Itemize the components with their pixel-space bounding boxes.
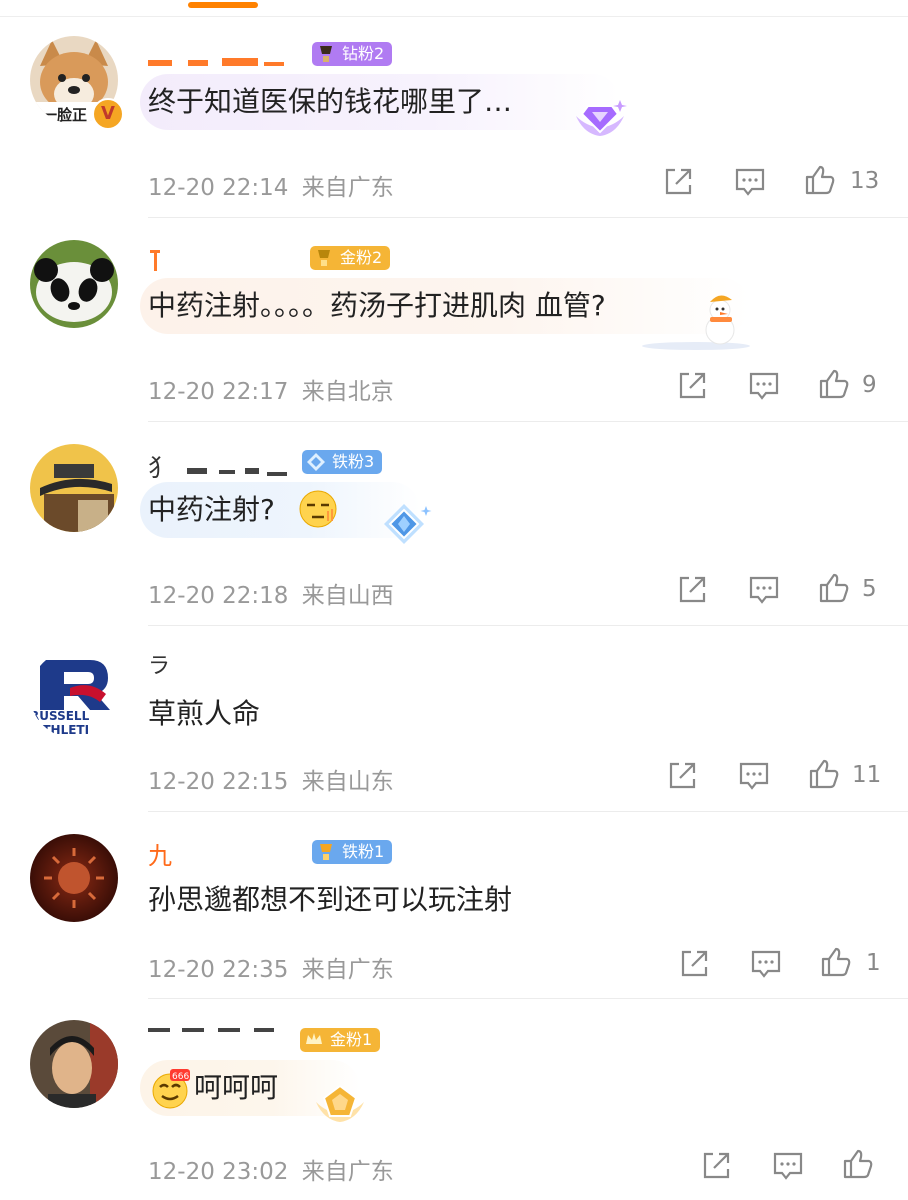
comment-meta: 12-20 23:02 来自广东 xyxy=(148,1152,394,1186)
like-icon[interactable] xyxy=(820,946,852,978)
comment-date: 12-20 23:02 xyxy=(148,1159,289,1185)
comment-text[interactable]: 草煎人命 xyxy=(148,694,260,734)
comment-meta: 12-20 22:15 来自山东 xyxy=(148,762,394,796)
username[interactable] xyxy=(148,1024,308,1054)
trophy-icon xyxy=(320,844,332,860)
like-count: 1 xyxy=(866,950,881,976)
smirk-emoji-icon xyxy=(299,490,337,528)
comment-text-content: 中药注射? xyxy=(148,493,275,526)
gold-crown-icon xyxy=(306,1033,322,1044)
comment-location: 来自广东 xyxy=(301,175,394,201)
like-count: 11 xyxy=(852,762,882,788)
comment-date: 12-20 22:35 xyxy=(148,957,289,983)
comment-icon[interactable] xyxy=(734,166,766,198)
comment-meta: 12-20 22:18 来自山西 xyxy=(148,576,394,610)
username[interactable]: ラ xyxy=(148,648,188,678)
666-emoji-icon: 666 xyxy=(150,1069,190,1109)
gold-trophy-icon xyxy=(318,250,330,266)
comment-date: 12-20 22:18 xyxy=(148,583,289,609)
avatar[interactable] xyxy=(30,1020,118,1108)
verified-badge-icon: V xyxy=(92,98,124,130)
fan-badge[interactable]: 金粉2 xyxy=(310,246,391,270)
comment-date: 12-20 22:17 xyxy=(148,379,289,405)
active-tab-indicator xyxy=(188,2,258,8)
comment-icon[interactable] xyxy=(748,370,780,402)
comment-date: 12-20 22:14 xyxy=(148,175,289,201)
fan-badge-label: 金粉1 xyxy=(330,1030,373,1049)
comment-text[interactable]: 终于知道医保的钱花哪里了… xyxy=(148,82,512,122)
comment-divider xyxy=(148,217,908,218)
comment-date: 12-20 22:15 xyxy=(148,769,289,795)
share-icon[interactable] xyxy=(666,760,698,792)
comment-icon[interactable] xyxy=(748,574,780,606)
fan-badge[interactable]: 铁粉1 xyxy=(312,840,393,864)
fan-badge-label: 铁粉1 xyxy=(342,842,385,861)
comment-text[interactable]: 孙思邈都想不到还可以玩注射 xyxy=(148,880,512,920)
svg-text:RUSSELL: RUSSELL xyxy=(30,709,90,723)
comment-icon[interactable] xyxy=(772,1150,804,1182)
fan-badge-label: 铁粉3 xyxy=(332,452,375,471)
like-icon[interactable] xyxy=(842,1148,874,1180)
share-icon[interactable] xyxy=(676,370,708,402)
like-count: 5 xyxy=(862,576,877,602)
snowman-sticker-icon xyxy=(642,295,750,350)
like-icon[interactable] xyxy=(818,572,850,604)
share-icon[interactable] xyxy=(676,574,708,606)
comment-meta: 12-20 22:14 来自广东 xyxy=(148,168,394,202)
fan-badge[interactable]: 铁粉3 xyxy=(302,450,383,474)
like-icon[interactable] xyxy=(804,164,836,196)
fan-badge[interactable]: 金粉1 xyxy=(300,1028,381,1052)
comment-meta: 12-20 22:17 来自北京 xyxy=(148,372,394,406)
comment-divider xyxy=(148,811,908,812)
like-count: 13 xyxy=(850,168,880,194)
comment-divider xyxy=(148,421,908,422)
username[interactable] xyxy=(148,244,168,274)
username[interactable] xyxy=(148,40,288,70)
svg-text:ATHLETI: ATHLETI xyxy=(34,723,89,737)
comment-divider xyxy=(148,625,908,626)
comment-location: 来自北京 xyxy=(301,379,394,405)
blue-diamond-badge-icon xyxy=(384,504,432,544)
like-icon[interactable] xyxy=(808,758,840,790)
comment-location: 来自山东 xyxy=(301,769,394,795)
comment-meta: 12-20 22:35 来自广东 xyxy=(148,950,394,984)
top-divider xyxy=(0,16,908,17)
username[interactable]: 九 xyxy=(148,836,188,866)
fan-badge-label: 钻粉2 xyxy=(342,44,385,63)
blue-diamond-icon xyxy=(307,453,325,471)
comment-location: 来自广东 xyxy=(301,1159,394,1185)
svg-text:一脸正: 一脸正 xyxy=(42,106,87,124)
comment-icon[interactable] xyxy=(750,948,782,980)
avatar[interactable] xyxy=(30,834,118,922)
username[interactable]: 犭 xyxy=(148,448,298,478)
avatar[interactable] xyxy=(30,444,118,532)
like-icon[interactable] xyxy=(818,368,850,400)
share-icon[interactable] xyxy=(678,948,710,980)
fan-badge-label: 金粉2 xyxy=(340,248,383,267)
comment-divider xyxy=(148,998,908,999)
comment-text-content: 呵呵呵 xyxy=(194,1071,279,1104)
comment-location: 来自山西 xyxy=(301,583,394,609)
comment-location: 来自广东 xyxy=(301,957,394,983)
diamond-trophy-icon xyxy=(320,46,332,62)
avatar[interactable]: RUSSELL ATHLETI xyxy=(30,650,118,738)
share-icon[interactable] xyxy=(700,1150,732,1182)
comment-text[interactable]: 666 呵呵呵 xyxy=(150,1068,278,1109)
comment-text[interactable]: 中药注射? xyxy=(148,490,338,530)
gold-pentagon-badge-icon xyxy=(316,1084,364,1122)
share-icon[interactable] xyxy=(662,166,694,198)
svg-text:666: 666 xyxy=(172,1072,189,1082)
like-count: 9 xyxy=(862,372,877,398)
avatar[interactable] xyxy=(30,240,118,328)
purple-diamond-badge-icon xyxy=(576,100,627,136)
comment-text[interactable]: 中药注射。。。。药汤子打进肌肉 血管? xyxy=(148,286,606,326)
fan-badge[interactable]: 钻粉2 xyxy=(312,42,393,66)
comment-icon[interactable] xyxy=(738,760,770,792)
